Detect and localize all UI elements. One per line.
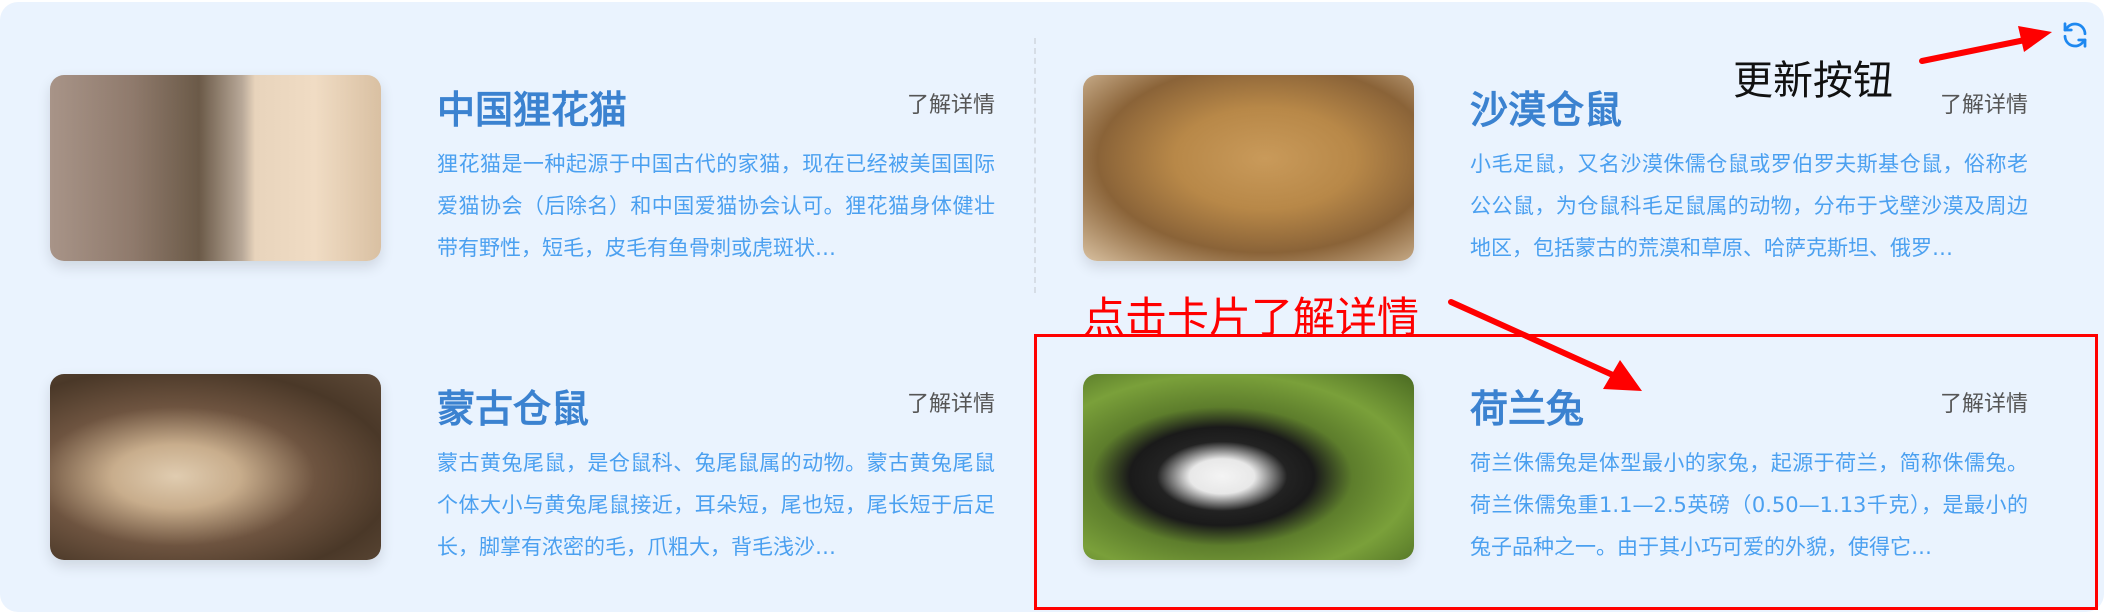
annotation-arrows [1448, 26, 2052, 391]
arrow-to-card [1448, 299, 1642, 391]
arrow-to-refresh [1919, 26, 2052, 64]
